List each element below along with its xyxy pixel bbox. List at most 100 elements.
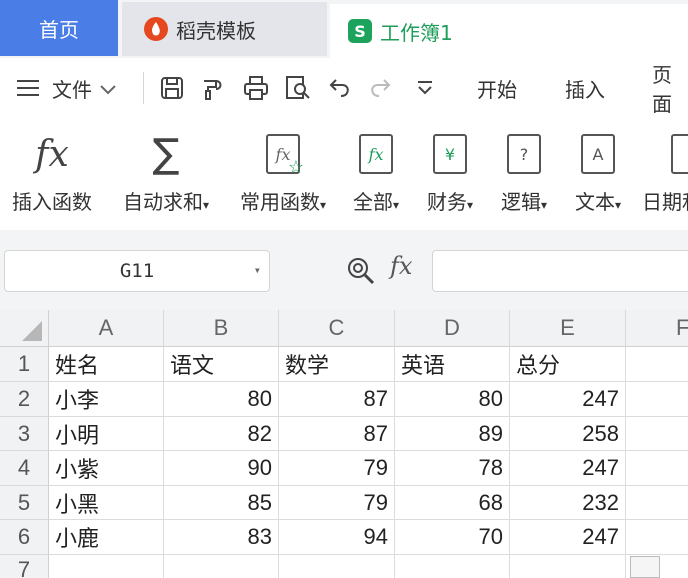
cell-b2[interactable]: 80 [164,382,279,417]
fx-icon: fx [35,133,69,175]
cell-b7[interactable] [164,555,279,578]
cell-c2[interactable]: 87 [279,382,395,417]
daoke-logo-icon [144,17,168,41]
datetime-functions-button[interactable]: 日期和 [642,126,688,222]
formula-input[interactable] [432,250,688,292]
spreadsheet-grid: A B C D E F 1 2 3 4 5 6 7 姓名 语文 数学 英语 总分… [0,310,688,578]
cell-a1[interactable]: 姓名 [49,347,164,382]
cell-e1[interactable]: 总分 [510,347,626,382]
cell-b4[interactable]: 90 [164,451,279,486]
cell-a6[interactable]: 小鹿 [49,520,164,555]
cell-e5[interactable]: 232 [510,486,626,520]
menu-insert[interactable]: 插入 [565,58,605,118]
menu-page[interactable]: 页面 [652,58,688,118]
cell-d5[interactable]: 68 [395,486,510,520]
name-box[interactable]: G11 ▾ [4,250,270,292]
row-header-6[interactable]: 6 [0,520,49,555]
menu-separator [143,72,144,104]
cell-e2[interactable]: 247 [510,382,626,417]
cell-b1[interactable]: 语文 [164,347,279,382]
save-icon[interactable] [158,74,186,102]
cell-c1[interactable]: 数学 [279,347,395,382]
logic-label: 逻辑▾ [500,190,548,214]
row-header-7[interactable]: 7 [0,555,49,578]
cell-f3[interactable] [626,417,688,451]
column-header-f[interactable]: F [626,310,688,347]
column-header-b[interactable]: B [164,310,279,347]
row-header-3[interactable]: 3 [0,417,49,451]
cell-f1[interactable] [626,347,688,382]
cell-d1[interactable]: 英语 [395,347,510,382]
cell-f6[interactable] [626,520,688,555]
cell-e4[interactable]: 247 [510,451,626,486]
cell-c7[interactable] [279,555,395,578]
cell-f5[interactable] [626,486,688,520]
row-header-5[interactable]: 5 [0,486,49,520]
tab-workbook-label: 工作簿1 [380,20,453,45]
redo-icon[interactable] [366,74,394,102]
menu-start[interactable]: 开始 [477,58,517,118]
all-functions-button[interactable]: fx 全部▾ [344,126,408,222]
row-header-2[interactable]: 2 [0,382,49,417]
cell-d7[interactable] [395,555,510,578]
cell-d3[interactable]: 89 [395,417,510,451]
insert-function-button[interactable]: fx 插入函数 [4,126,100,222]
cell-e7[interactable] [510,555,626,578]
fx-icon[interactable]: fx [390,252,412,280]
print-icon[interactable] [242,74,270,102]
cell-d6[interactable]: 70 [395,520,510,555]
cell-a4[interactable]: 小紫 [49,451,164,486]
cell-b6[interactable]: 83 [164,520,279,555]
cell-a5[interactable]: 小黑 [49,486,164,520]
text-book-icon: A [578,132,618,176]
tab-home[interactable]: 首页 [0,0,118,56]
cell-a3[interactable]: 小明 [49,417,164,451]
file-menu-label: 文件 [52,77,92,102]
text-functions-button[interactable]: A 文本▾ [566,126,630,222]
cell-b3[interactable]: 82 [164,417,279,451]
tab-daoke-template[interactable]: 稻壳模板 [122,2,327,56]
all-functions-label: 全部▾ [352,190,400,214]
chevron-down-icon[interactable]: ▾ [254,263,261,277]
cell-e3[interactable]: 258 [510,417,626,451]
hamburger-menu-icon[interactable] [14,74,42,102]
datetime-label: 日期和 [642,190,688,214]
cell-a2[interactable]: 小李 [49,382,164,417]
print-preview-icon[interactable] [284,74,312,102]
tab-workbook[interactable]: S 工作簿1 [330,4,688,58]
cell-f4[interactable] [626,451,688,486]
cell-c6[interactable]: 94 [279,520,395,555]
paste-options-icon[interactable] [630,556,660,578]
insert-function-label: 插入函数 [12,190,92,214]
common-functions-button[interactable]: fx ☆ 常用函数▾ [230,126,336,222]
format-painter-icon[interactable] [199,74,227,102]
autosum-button[interactable]: ∑ 自动求和▾ [112,126,220,222]
finance-label: 财务▾ [426,190,474,214]
cell-c3[interactable]: 87 [279,417,395,451]
cell-d4[interactable]: 78 [395,451,510,486]
select-all-corner[interactable] [0,310,49,347]
column-header-a[interactable]: A [49,310,164,347]
more-dropdown-icon[interactable] [411,74,439,102]
finance-functions-button[interactable]: ¥ 财务▾ [418,126,482,222]
row-header-4[interactable]: 4 [0,451,49,486]
formula-ribbon: fx 插入函数 ∑ 自动求和▾ fx ☆ 常用函数▾ fx 全部▾ ¥ 财务▾ … [0,118,688,230]
logic-functions-button[interactable]: ? 逻辑▾ [492,126,556,222]
file-menu[interactable]: 文件 [52,58,116,118]
cell-c4[interactable]: 79 [279,451,395,486]
common-functions-label: 常用函数▾ [239,190,327,214]
cell-f2[interactable] [626,382,688,417]
column-header-d[interactable]: D [395,310,510,347]
column-header-e[interactable]: E [510,310,626,347]
yen-book-icon: ¥ [430,132,470,176]
cell-a7[interactable] [49,555,164,578]
cell-b5[interactable]: 85 [164,486,279,520]
formula-bar: G11 ▾ fx [0,230,688,310]
cell-c5[interactable]: 79 [279,486,395,520]
cell-d2[interactable]: 80 [395,382,510,417]
column-header-c[interactable]: C [279,310,395,347]
row-header-1[interactable]: 1 [0,347,49,382]
zoom-search-icon[interactable] [346,256,376,286]
cell-e6[interactable]: 247 [510,520,626,555]
undo-icon[interactable] [326,74,354,102]
